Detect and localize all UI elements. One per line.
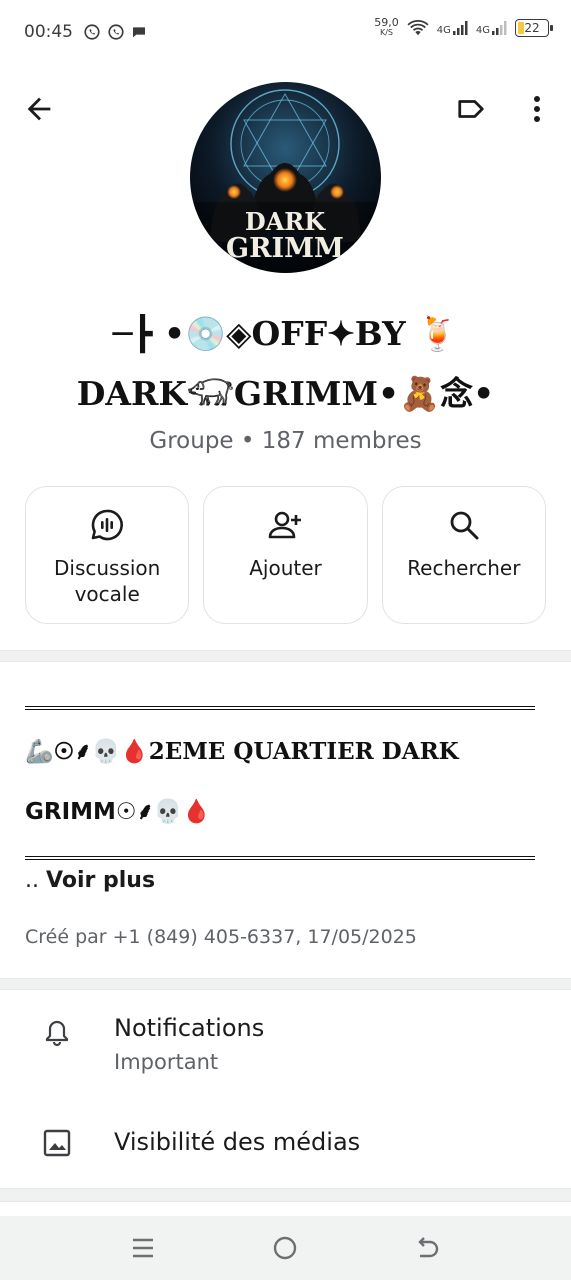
- back-arrow-icon[interactable]: [22, 92, 56, 126]
- notifications-title: Notifications: [114, 1014, 265, 1042]
- add-member-label: Ajouter: [249, 556, 322, 580]
- group-name-line1: ─┣ •💿◈OFF✦BY 🍹: [112, 314, 459, 353]
- search-icon: [450, 511, 479, 540]
- label-tag-icon[interactable]: [455, 94, 487, 124]
- search-label: Rechercher: [407, 556, 521, 580]
- group-name-line2: DARK𓃟GRIMM•🧸念•: [76, 374, 495, 413]
- media-visibility-setting[interactable]: Visibilité des médias: [0, 1112, 571, 1182]
- section-divider: [0, 978, 571, 990]
- group-actions: Discussion vocale Ajouter Rechercher: [25, 486, 546, 624]
- signal-sim1: 4G: [437, 20, 468, 36]
- wifi-icon: [407, 20, 429, 36]
- add-member-button[interactable]: Ajouter: [203, 486, 368, 624]
- chat-bubble-icon: [133, 27, 145, 38]
- description-line2: GRIMM☉⸙💀🩸: [25, 799, 212, 825]
- created-by: Créé par +1 (849) 405-6337, 17/05/2025: [25, 926, 417, 948]
- status-bar: 00:45 59,0 K/S 4G 4G 22: [0, 0, 571, 64]
- home-icon[interactable]: [271, 1234, 299, 1262]
- add-person-icon: [269, 511, 302, 539]
- voice-chat-label-2: vocale: [74, 582, 140, 606]
- see-more-prefix: ..: [25, 868, 39, 893]
- system-nav-bar: [0, 1216, 571, 1280]
- avatar-text-dark: DARK: [245, 207, 326, 236]
- signal-sim2: 4G: [476, 20, 507, 36]
- media-visibility-title: Visibilité des médias: [114, 1128, 361, 1156]
- more-options-icon[interactable]: [525, 92, 549, 126]
- bell-icon: [45, 1020, 69, 1047]
- section-divider: [0, 650, 571, 662]
- whatsapp-business-icon: [108, 24, 124, 40]
- group-name[interactable]: ─┣ •💿◈OFF✦BY 🍹 DARK𓃟GRIMM•🧸念•: [0, 304, 571, 424]
- description-line1: 🦾☉⸙💀🩸2EME QUARTIER DARK: [25, 738, 459, 765]
- recent-apps-icon[interactable]: [129, 1234, 157, 1262]
- search-button[interactable]: Rechercher: [381, 486, 546, 624]
- status-time: 00:45: [24, 22, 73, 42]
- notifications-subtitle: Important: [114, 1050, 219, 1074]
- group-avatar-image: DARK GRIMM: [190, 82, 381, 273]
- battery-indicator: 22: [515, 19, 553, 37]
- voice-chat-button[interactable]: Discussion vocale: [25, 486, 190, 624]
- image-icon: [43, 1129, 71, 1157]
- notifications-setting[interactable]: Notifications Important: [0, 1000, 571, 1090]
- voice-chat-label-1: Discussion: [53, 556, 161, 580]
- back-nav-icon[interactable]: [414, 1234, 442, 1262]
- avatar-text-grimm: GRIMM: [226, 233, 344, 264]
- group-avatar[interactable]: DARK GRIMM: [190, 82, 381, 273]
- signal-bars-icon: [492, 21, 507, 35]
- whatsapp-icon: [84, 24, 100, 40]
- see-more-link[interactable]: Voir plus: [46, 868, 155, 893]
- description-rule-bottom: [25, 856, 535, 860]
- signal-bars-icon: [452, 21, 468, 35]
- voice-chat-icon: [91, 509, 124, 541]
- section-divider: [0, 1188, 571, 1202]
- network-speed: 59,0 K/S: [374, 16, 399, 37]
- group-meta: Groupe • 187 membres: [149, 428, 422, 454]
- see-more[interactable]: .. Voir plus: [25, 868, 155, 893]
- description-rule-top: [25, 706, 535, 710]
